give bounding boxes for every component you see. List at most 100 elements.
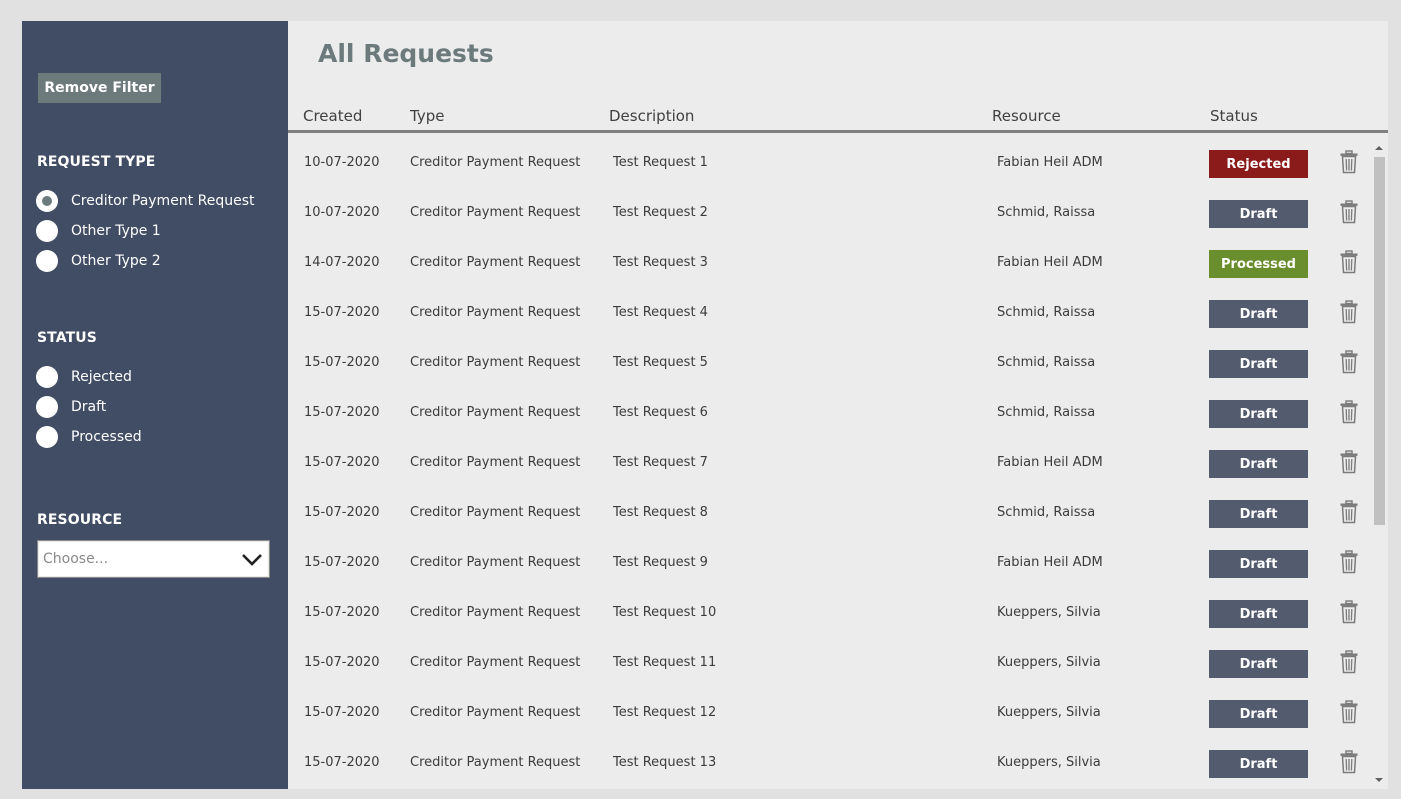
table-row[interactable]: 15-07-2020 Creditor Payment Request Test R… [288, 439, 1370, 489]
status-option[interactable]: Rejected [36, 365, 132, 389]
status-badge: Draft [1209, 500, 1308, 528]
type-cell: Creditor Payment Request [410, 555, 581, 570]
column-header-created[interactable]: Created [303, 107, 362, 125]
created-cell: 15-07-2020 [304, 655, 380, 670]
radio-label: Draft [71, 399, 107, 415]
description-cell: Test Request 4 [613, 305, 708, 320]
column-header-resource[interactable]: Resource [992, 107, 1061, 125]
resource-cell: Schmid, Raissa [997, 305, 1096, 320]
resource-cell: Schmid, Raissa [997, 505, 1096, 520]
description-cell: Test Request 8 [613, 505, 708, 520]
created-cell: 15-07-2020 [304, 505, 380, 520]
resource-cell: Kueppers, Silvia [997, 605, 1101, 620]
request-type-option[interactable]: Creditor Payment Request [36, 189, 254, 213]
description-cell: Test Request 12 [613, 705, 717, 720]
trash-icon[interactable] [1339, 550, 1359, 574]
created-cell: 10-07-2020 [304, 205, 380, 220]
trash-icon[interactable] [1339, 200, 1359, 224]
main-panel: All Requests Created Type Description Re… [288, 21, 1388, 789]
scroll-up-arrow-icon[interactable] [1370, 141, 1388, 155]
radio-label: Other Type 2 [71, 253, 161, 269]
type-cell: Creditor Payment Request [410, 505, 581, 520]
table-row[interactable]: 15-07-2020 Creditor Payment Request Test R… [288, 689, 1370, 739]
resource-cell: Kueppers, Silvia [997, 755, 1101, 770]
resource-cell: Kueppers, Silvia [997, 705, 1101, 720]
status-badge: Draft [1209, 350, 1308, 378]
table-row[interactable]: 15-07-2020 Creditor Payment Request Test R… [288, 339, 1370, 389]
table-row[interactable]: 15-07-2020 Creditor Payment Request Test R… [288, 539, 1370, 589]
trash-icon[interactable] [1339, 650, 1359, 674]
status-badge: Rejected [1209, 150, 1308, 178]
radio-button[interactable] [36, 250, 58, 272]
type-cell: Creditor Payment Request [410, 205, 581, 220]
resource-cell: Fabian Heil ADM [997, 555, 1103, 570]
table-row[interactable]: 15-07-2020 Creditor Payment Request Test R… [288, 589, 1370, 639]
description-cell: Test Request 11 [613, 655, 717, 670]
column-header-description[interactable]: Description [609, 107, 694, 125]
radio-label: Creditor Payment Request [71, 193, 255, 209]
description-cell: Test Request 13 [613, 755, 717, 770]
resource-dropdown-placeholder: Choose... [43, 551, 109, 567]
trash-icon[interactable] [1339, 250, 1359, 274]
status-badge: Draft [1209, 450, 1308, 478]
resource-cell: Fabian Heil ADM [997, 155, 1103, 170]
requests-table-body: 10-07-2020 Creditor Payment Request Test R… [288, 139, 1370, 789]
description-cell: Test Request 2 [613, 205, 708, 220]
created-cell: 15-07-2020 [304, 455, 380, 470]
trash-icon[interactable] [1339, 450, 1359, 474]
request-type-option[interactable]: Other Type 1 [36, 219, 161, 243]
radio-label: Rejected [71, 369, 132, 385]
resource-cell: Kueppers, Silvia [997, 655, 1101, 670]
scrollbar-thumb[interactable] [1374, 157, 1385, 525]
request-type-option[interactable]: Other Type 2 [36, 249, 161, 273]
status-badge: Draft [1209, 600, 1308, 628]
type-cell: Creditor Payment Request [410, 355, 581, 370]
radio-button[interactable] [36, 426, 58, 448]
trash-icon[interactable] [1339, 150, 1359, 174]
radio-label: Processed [71, 429, 142, 445]
trash-icon[interactable] [1339, 700, 1359, 724]
resource-cell: Schmid, Raissa [997, 355, 1096, 370]
type-cell: Creditor Payment Request [410, 305, 581, 320]
remove-filter-button[interactable]: Remove Filter [38, 73, 161, 103]
status-badge: Draft [1209, 400, 1308, 428]
trash-icon[interactable] [1339, 500, 1359, 524]
request-type-heading: REQUEST TYPE [37, 154, 156, 170]
table-row[interactable]: 10-07-2020 Creditor Payment Request Test R… [288, 139, 1370, 189]
table-row[interactable]: 10-07-2020 Creditor Payment Request Test R… [288, 189, 1370, 239]
table-row[interactable]: 15-07-2020 Creditor Payment Request Test R… [288, 389, 1370, 439]
trash-icon[interactable] [1339, 300, 1359, 324]
column-header-status[interactable]: Status [1210, 107, 1258, 125]
created-cell: 15-07-2020 [304, 355, 380, 370]
description-cell: Test Request 3 [613, 255, 708, 270]
resource-dropdown[interactable]: Choose... [37, 540, 270, 578]
table-row[interactable]: 15-07-2020 Creditor Payment Request Test R… [288, 739, 1370, 789]
trash-icon[interactable] [1339, 350, 1359, 374]
status-option[interactable]: Draft [36, 395, 106, 419]
created-cell: 15-07-2020 [304, 605, 380, 620]
scroll-down-arrow-icon[interactable] [1370, 773, 1388, 787]
trash-icon[interactable] [1339, 400, 1359, 424]
table-header: Created Type Description Resource Status [288, 105, 1388, 133]
resource-cell: Schmid, Raissa [997, 205, 1096, 220]
type-cell: Creditor Payment Request [410, 655, 581, 670]
column-header-type[interactable]: Type [410, 107, 444, 125]
created-cell: 15-07-2020 [304, 705, 380, 720]
table-row[interactable]: 14-07-2020 Creditor Payment Request Test R… [288, 239, 1370, 289]
status-badge: Processed [1209, 250, 1308, 278]
description-cell: Test Request 5 [613, 355, 708, 370]
trash-icon[interactable] [1339, 750, 1359, 774]
radio-button[interactable] [36, 366, 58, 388]
status-option[interactable]: Processed [36, 425, 142, 449]
radio-button[interactable] [36, 220, 58, 242]
table-row[interactable]: 15-07-2020 Creditor Payment Request Test R… [288, 639, 1370, 689]
type-cell: Creditor Payment Request [410, 155, 581, 170]
page-title: All Requests [318, 39, 494, 68]
table-row[interactable]: 15-07-2020 Creditor Payment Request Test R… [288, 289, 1370, 339]
description-cell: Test Request 1 [613, 155, 708, 170]
radio-button[interactable] [36, 396, 58, 418]
radio-button[interactable] [36, 190, 58, 212]
vertical-scrollbar[interactable] [1370, 139, 1388, 789]
table-row[interactable]: 15-07-2020 Creditor Payment Request Test R… [288, 489, 1370, 539]
trash-icon[interactable] [1339, 600, 1359, 624]
